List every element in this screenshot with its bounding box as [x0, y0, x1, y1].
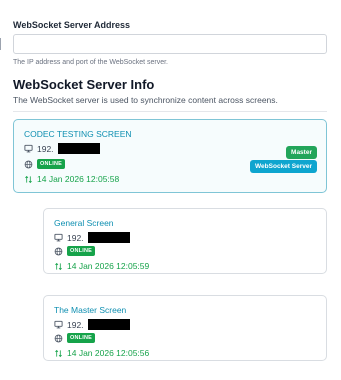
timestamp-row: 14 Jan 2026 12:05:56	[54, 348, 149, 358]
monitor-icon	[24, 144, 33, 153]
globe-icon	[54, 247, 63, 256]
timestamp-row: 14 Jan 2026 12:05:59	[54, 261, 149, 271]
globe-icon	[24, 160, 33, 169]
section-title: WebSocket Server Info	[13, 77, 155, 92]
edge-marker	[0, 38, 1, 50]
websocket-server-badge: WebSocket Server	[250, 160, 317, 173]
screen-card-general[interactable]: General Screen 192. ONLINE 14 Jan 2026 1…	[43, 208, 327, 274]
last-seen-timestamp: 14 Jan 2026 12:05:59	[67, 261, 150, 271]
redacted-ip	[87, 319, 130, 330]
timestamp-row: 14 Jan 2026 12:05:58	[24, 174, 119, 184]
status-badge: ONLINE	[67, 333, 95, 343]
ip-address: 192.	[67, 232, 84, 243]
divider	[13, 111, 327, 112]
master-badge: Master	[286, 146, 317, 159]
sync-arrows-icon	[54, 349, 63, 358]
ip-row: 192.	[54, 319, 130, 330]
last-seen-timestamp: 14 Jan 2026 12:05:58	[37, 174, 120, 184]
globe-icon	[54, 334, 63, 343]
status-badge: ONLINE	[37, 159, 65, 169]
ip-address: 192.	[37, 143, 54, 154]
status-row: ONLINE	[24, 159, 65, 169]
status-row: ONLINE	[54, 246, 95, 256]
status-badge: ONLINE	[67, 246, 95, 256]
address-help-text: The IP address and port of the WebSocket…	[13, 59, 168, 66]
status-row: ONLINE	[54, 333, 95, 343]
screen-name[interactable]: General Screen	[54, 218, 114, 228]
screen-card-master[interactable]: CODEC TESTING SCREEN 192. ONLINE 14 Jan …	[13, 119, 327, 193]
address-input[interactable]	[13, 34, 327, 54]
redacted-ip	[57, 143, 100, 154]
address-field-label: WebSocket Server Address	[13, 20, 131, 30]
ip-row: 192.	[24, 143, 100, 154]
screen-name[interactable]: The Master Screen	[54, 305, 126, 315]
sync-arrows-icon	[24, 175, 33, 184]
redacted-ip	[87, 232, 130, 243]
ip-row: 192.	[54, 232, 130, 243]
monitor-icon	[54, 233, 63, 242]
last-seen-timestamp: 14 Jan 2026 12:05:56	[67, 348, 150, 358]
ip-address: 192.	[67, 319, 84, 330]
screen-card-the-master[interactable]: The Master Screen 192. ONLINE 14 Jan 202…	[43, 295, 327, 361]
section-description: The WebSocket server is used to synchron…	[13, 95, 278, 105]
sync-arrows-icon	[54, 262, 63, 271]
screen-name[interactable]: CODEC TESTING SCREEN	[24, 129, 132, 139]
monitor-icon	[54, 320, 63, 329]
